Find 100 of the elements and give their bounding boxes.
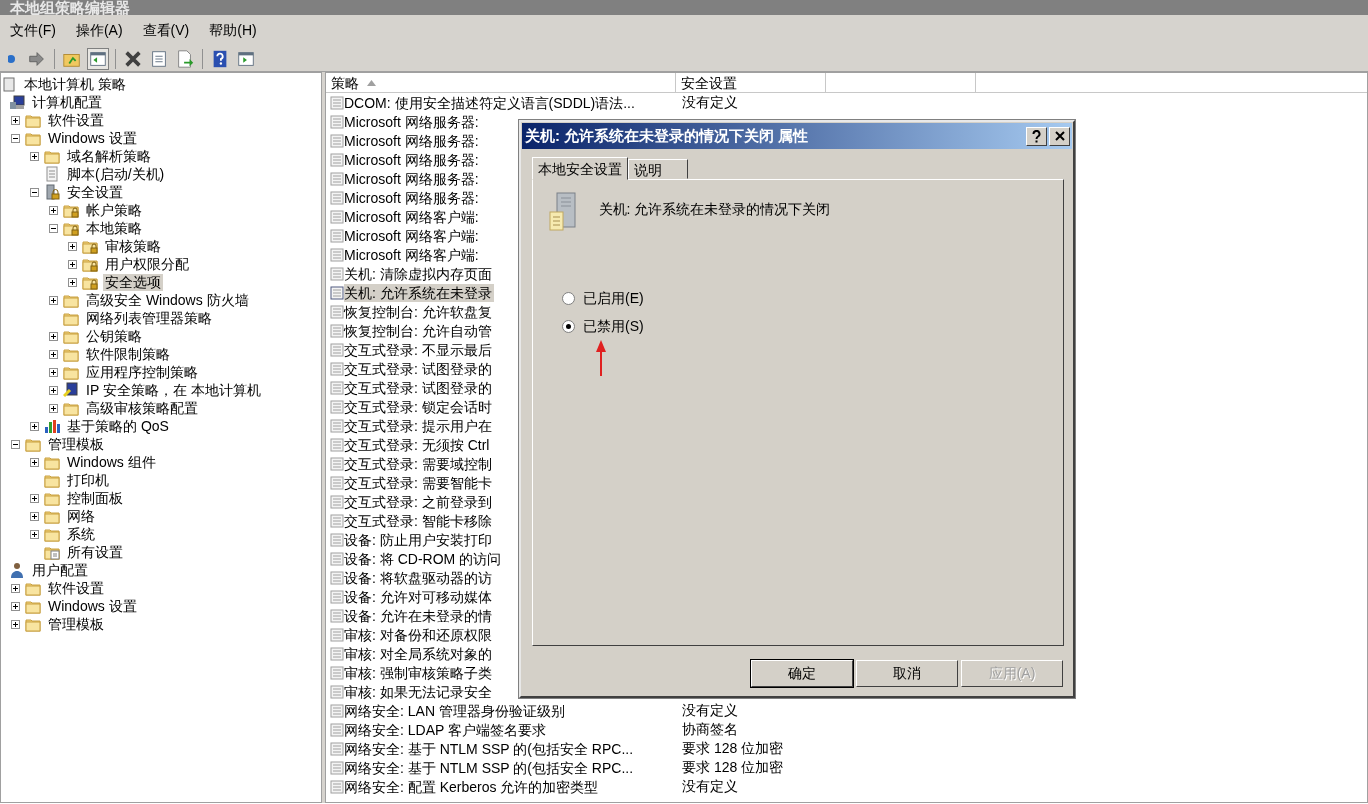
tree-item[interactable]: 软件设置 — [46, 579, 106, 597]
expand-icon[interactable] — [30, 511, 39, 521]
column-header[interactable]: 安全设置 — [676, 73, 826, 92]
policy-name[interactable]: 关机: 允许系统在未登录 — [344, 283, 494, 302]
policy-name[interactable]: Microsoft 网络客户端: — [344, 207, 481, 226]
policy-name[interactable]: 审核: 如果无法记录安全 — [344, 682, 494, 701]
close-button[interactable] — [1049, 126, 1070, 146]
policy-name[interactable]: 审核: 对全局系统对象的 — [344, 644, 494, 663]
collapse-icon[interactable] — [11, 133, 20, 143]
dialog-tab[interactable]: 说明 — [628, 159, 688, 179]
tree-item[interactable]: 用户配置 — [30, 561, 90, 579]
tree-item[interactable]: 审核策略 — [103, 237, 163, 255]
policy-name[interactable]: 交互式登录: 试图登录的 — [344, 378, 494, 397]
policy-name[interactable]: 恢复控制台: 允许软盘复 — [344, 302, 494, 321]
dialog-tab[interactable]: 本地安全设置 — [532, 157, 628, 180]
policy-name[interactable]: 设备: 允许在未登录的情 — [344, 606, 494, 625]
radio-button[interactable] — [562, 291, 575, 305]
menu-item[interactable]: 查看(V) — [132, 15, 200, 46]
tree-item[interactable]: 管理模板 — [46, 435, 106, 453]
collapse-icon[interactable] — [11, 439, 20, 449]
expand-icon[interactable] — [49, 349, 58, 359]
policy-name[interactable]: 交互式登录: 试图登录的 — [344, 359, 494, 378]
expand-icon[interactable] — [30, 457, 39, 467]
tree-item[interactable]: 域名解析策略 — [65, 147, 153, 165]
tree-item[interactable]: Windows 组件 — [65, 453, 158, 471]
tree-item[interactable]: 公钥策略 — [84, 327, 144, 345]
expand-icon[interactable] — [68, 277, 77, 287]
tree-item[interactable]: 计算机配置 — [30, 93, 104, 111]
collapse-icon[interactable] — [30, 187, 39, 197]
policy-name[interactable]: 设备: 将 CD-ROM 的访问 — [344, 549, 504, 568]
expand-icon[interactable] — [11, 115, 20, 125]
policy-name[interactable]: 网络安全: 基于 NTLM SSP 的(包括安全 RPC... — [344, 758, 636, 777]
radio-label[interactable]: 已禁用(S) — [583, 315, 644, 337]
policy-name[interactable]: DCOM: 使用安全描述符定义语言(SDDL)语法... — [344, 93, 637, 112]
policy-name[interactable]: Microsoft 网络服务器: — [344, 169, 481, 188]
expand-icon[interactable] — [30, 529, 39, 539]
tree-item[interactable]: 安全选项 — [103, 273, 163, 291]
tree-item[interactable]: IP 安全策略，在 本地计算机 — [84, 381, 263, 399]
tree-item[interactable]: 系统 — [65, 525, 97, 543]
policy-name[interactable]: Microsoft 网络服务器: — [344, 188, 481, 207]
policy-name[interactable]: 恢复控制台: 允许自动管 — [344, 321, 494, 340]
expand-icon[interactable] — [68, 259, 77, 269]
tree-item[interactable]: 安全设置 — [65, 183, 125, 201]
tree-item[interactable]: 网络 — [65, 507, 97, 525]
policy-name[interactable]: 设备: 允许对可移动媒体 — [344, 587, 494, 606]
expand-icon[interactable] — [49, 205, 58, 215]
policy-name[interactable]: 交互式登录: 需要域控制 — [344, 454, 494, 473]
expand-icon[interactable] — [11, 601, 20, 611]
policy-name[interactable]: Microsoft 网络服务器: — [344, 150, 481, 169]
expand-icon[interactable] — [30, 493, 39, 503]
tree-item[interactable]: 网络列表管理器策略 — [84, 309, 214, 327]
tree-item[interactable]: Windows 设置 — [46, 129, 139, 147]
tree-item[interactable]: 打印机 — [65, 471, 111, 489]
policy-name[interactable]: 交互式登录: 不显示最后 — [344, 340, 494, 359]
policy-name[interactable]: 网络安全: 基于 NTLM SSP 的(包括安全 RPC... — [344, 739, 636, 758]
column-header[interactable]: 策略 — [326, 73, 676, 92]
policy-name[interactable]: Microsoft 网络客户端: — [344, 226, 481, 245]
policy-name[interactable]: 网络安全: LDAP 客户端签名要求 — [344, 720, 548, 739]
tree-item[interactable]: 软件设置 — [46, 111, 106, 129]
policy-name[interactable]: 交互式登录: 智能卡移除 — [344, 511, 494, 530]
tree-item[interactable]: 基于策略的 QoS — [65, 417, 171, 435]
expand-icon[interactable] — [11, 583, 20, 593]
tree-item[interactable]: 本地计算机 策略 — [22, 75, 128, 93]
radio-button[interactable] — [562, 319, 575, 333]
menu-item[interactable]: 帮助(H) — [199, 15, 267, 46]
tree-item[interactable]: 管理模板 — [46, 615, 106, 633]
menu-item[interactable]: 文件(F) — [0, 15, 66, 46]
tree-item[interactable]: 高级安全 Windows 防火墙 — [84, 291, 251, 309]
expand-icon[interactable] — [49, 295, 58, 305]
tree-item[interactable]: 控制面板 — [65, 489, 125, 507]
collapse-icon[interactable] — [49, 223, 58, 233]
tree-item[interactable]: 帐户策略 — [84, 201, 144, 219]
dialog-button[interactable]: 取消 — [855, 660, 958, 687]
toolbar-button[interactable] — [87, 47, 109, 70]
policy-name[interactable]: 关机: 清除虚拟内存页面 — [344, 264, 494, 283]
tree-item[interactable]: 应用程序控制策略 — [84, 363, 200, 381]
tree-item[interactable]: 脚本(启动/关机) — [65, 165, 167, 183]
tree-item[interactable]: Windows 设置 — [46, 597, 139, 615]
tree-item[interactable]: 用户权限分配 — [103, 255, 191, 273]
menu-item[interactable]: 操作(A) — [65, 15, 133, 46]
tree-item[interactable]: 本地策略 — [84, 219, 144, 237]
expand-icon[interactable] — [11, 619, 20, 629]
policy-name[interactable]: 交互式登录: 之前登录到 — [344, 492, 494, 511]
policy-name[interactable]: 设备: 将软盘驱动器的访 — [344, 568, 494, 587]
dialog-button[interactable]: 确定 — [750, 660, 853, 687]
policy-name[interactable]: 网络安全: LAN 管理器身份验证级别 — [344, 701, 567, 720]
expand-icon[interactable] — [68, 241, 77, 251]
expand-icon[interactable] — [49, 331, 58, 341]
policy-name[interactable]: 网络安全: 配置 Kerberos 允许的加密类型 — [344, 777, 601, 796]
policy-name[interactable]: 交互式登录: 需要智能卡 — [344, 473, 494, 492]
policy-name[interactable]: 审核: 对备份和还原权限 — [344, 625, 494, 644]
policy-name[interactable]: Microsoft 网络服务器: — [344, 131, 481, 150]
help-button[interactable] — [1026, 126, 1047, 146]
policy-name[interactable]: Microsoft 网络客户端: — [344, 245, 481, 264]
policy-name[interactable]: 交互式登录: 锁定会话时 — [344, 397, 494, 416]
policy-name[interactable]: 审核: 强制审核策略子类 — [344, 663, 494, 682]
policy-name[interactable]: 设备: 防止用户安装打印 — [344, 530, 494, 549]
expand-icon[interactable] — [49, 403, 58, 413]
tree-item[interactable]: 所有设置 — [65, 543, 125, 561]
policy-name[interactable]: 交互式登录: 提示用户在 — [344, 416, 494, 435]
